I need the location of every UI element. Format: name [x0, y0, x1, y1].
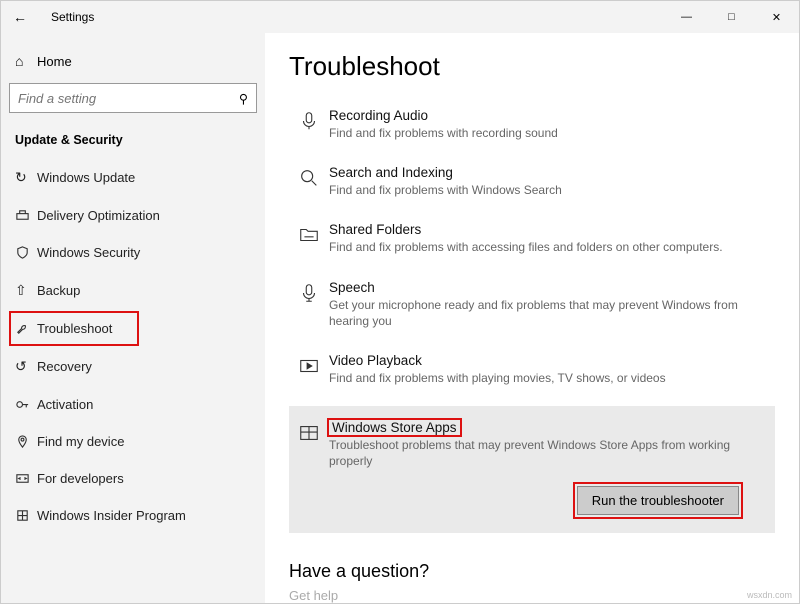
recovery-icon: ↺: [15, 358, 37, 375]
run-troubleshooter-button[interactable]: Run the troubleshooter: [577, 486, 739, 515]
sidebar-item-label: Windows Update: [37, 170, 135, 185]
sidebar-item-recovery[interactable]: ↺ Recovery: [9, 348, 257, 385]
sidebar-item-label: Activation: [37, 397, 93, 412]
troubleshooter-shared-folders[interactable]: Shared Folders Find and fix problems wit…: [289, 214, 775, 271]
section-title: Update & Security: [9, 127, 257, 159]
settings-window: ← Settings ― □ ✕ ⌂ Home ⚲ Update & Secur…: [0, 0, 800, 604]
video-icon: [289, 353, 329, 386]
troubleshooter-desc: Find and fix problems with Windows Searc…: [329, 182, 775, 198]
delivery-icon: [15, 208, 37, 223]
sidebar-item-label: For developers: [37, 471, 124, 486]
sidebar-item-for-developers[interactable]: For developers: [9, 461, 257, 496]
body: ⌂ Home ⚲ Update & Security ↻ Windows Upd…: [1, 33, 799, 603]
location-icon: [15, 434, 37, 449]
titlebar: ← Settings ― □ ✕: [1, 1, 799, 33]
microphone-icon: [289, 108, 329, 141]
troubleshooter-video-playback[interactable]: Video Playback Find and fix problems wit…: [289, 345, 775, 402]
troubleshooter-name: Recording Audio: [329, 108, 775, 123]
content: Troubleshoot Recording Audio Find and fi…: [265, 33, 799, 603]
sidebar-item-label: Backup: [37, 283, 80, 298]
troubleshooter-desc: Find and fix problems with accessing fil…: [329, 239, 775, 255]
search-box[interactable]: ⚲: [9, 83, 257, 113]
troubleshooter-name: Speech: [329, 280, 775, 295]
home-label: Home: [37, 54, 72, 69]
troubleshooter-name: Windows Store Apps: [329, 420, 460, 435]
store-icon: [289, 420, 329, 514]
sidebar-item-label: Troubleshoot: [37, 321, 112, 336]
sidebar-item-windows-security[interactable]: Windows Security: [9, 235, 257, 270]
sidebar-item-troubleshoot[interactable]: Troubleshoot: [9, 311, 139, 346]
dev-icon: [15, 471, 37, 486]
app-title: Settings: [51, 10, 94, 24]
troubleshooter-desc: Find and fix problems with playing movie…: [329, 370, 775, 386]
search-large-icon: [289, 165, 329, 198]
get-help-link[interactable]: Get help: [289, 588, 775, 603]
sidebar-item-insider[interactable]: Windows Insider Program: [9, 498, 257, 533]
sync-icon: ↻: [15, 169, 37, 186]
insider-icon: [15, 508, 37, 523]
troubleshooter-speech[interactable]: Speech Get your microphone ready and fix…: [289, 272, 775, 345]
question-heading: Have a question?: [289, 561, 775, 582]
sidebar-item-label: Windows Insider Program: [37, 508, 186, 523]
troubleshooter-desc: Find and fix problems with recording sou…: [329, 125, 775, 141]
troubleshooter-desc: Get your microphone ready and fix proble…: [329, 297, 775, 329]
troubleshooter-name: Video Playback: [329, 353, 775, 368]
sidebar-item-activation[interactable]: Activation: [9, 387, 257, 422]
search-icon: ⚲: [239, 91, 248, 106]
troubleshooter-desc: Troubleshoot problems that may prevent W…: [329, 437, 765, 469]
sidebar-item-windows-update[interactable]: ↻ Windows Update: [9, 159, 257, 196]
folder-icon: [289, 222, 329, 255]
search-input[interactable]: [18, 91, 239, 106]
troubleshooter-name: Search and Indexing: [329, 165, 775, 180]
sidebar-item-label: Windows Security: [37, 245, 140, 260]
home-icon: ⌂: [15, 53, 37, 69]
shield-icon: [15, 245, 37, 260]
speech-icon: [289, 280, 329, 329]
home-link[interactable]: ⌂ Home: [9, 47, 257, 79]
page-title: Troubleshoot: [289, 51, 775, 82]
sidebar-item-label: Recovery: [37, 359, 92, 374]
sidebar-item-label: Delivery Optimization: [37, 208, 160, 223]
sidebar: ⌂ Home ⚲ Update & Security ↻ Windows Upd…: [1, 33, 265, 603]
watermark: wsxdn.com: [747, 590, 792, 600]
troubleshooter-name: Shared Folders: [329, 222, 775, 237]
wrench-icon: [15, 321, 37, 336]
close-button[interactable]: ✕: [754, 1, 799, 33]
sidebar-item-delivery-optimization[interactable]: Delivery Optimization: [9, 198, 257, 233]
sidebar-item-backup[interactable]: ⇧ Backup: [9, 272, 257, 309]
sidebar-item-label: Find my device: [37, 434, 124, 449]
sidebar-item-find-my-device[interactable]: Find my device: [9, 424, 257, 459]
troubleshooter-windows-store-apps[interactable]: Windows Store Apps Troubleshoot problems…: [289, 406, 775, 532]
troubleshooter-recording-audio[interactable]: Recording Audio Find and fix problems wi…: [289, 100, 775, 157]
troubleshooter-search-indexing[interactable]: Search and Indexing Find and fix problem…: [289, 157, 775, 214]
maximize-button[interactable]: □: [709, 1, 754, 33]
backup-icon: ⇧: [15, 282, 37, 299]
minimize-button[interactable]: ―: [664, 1, 709, 33]
back-icon[interactable]: ←: [13, 9, 33, 25]
key-icon: [15, 397, 37, 412]
